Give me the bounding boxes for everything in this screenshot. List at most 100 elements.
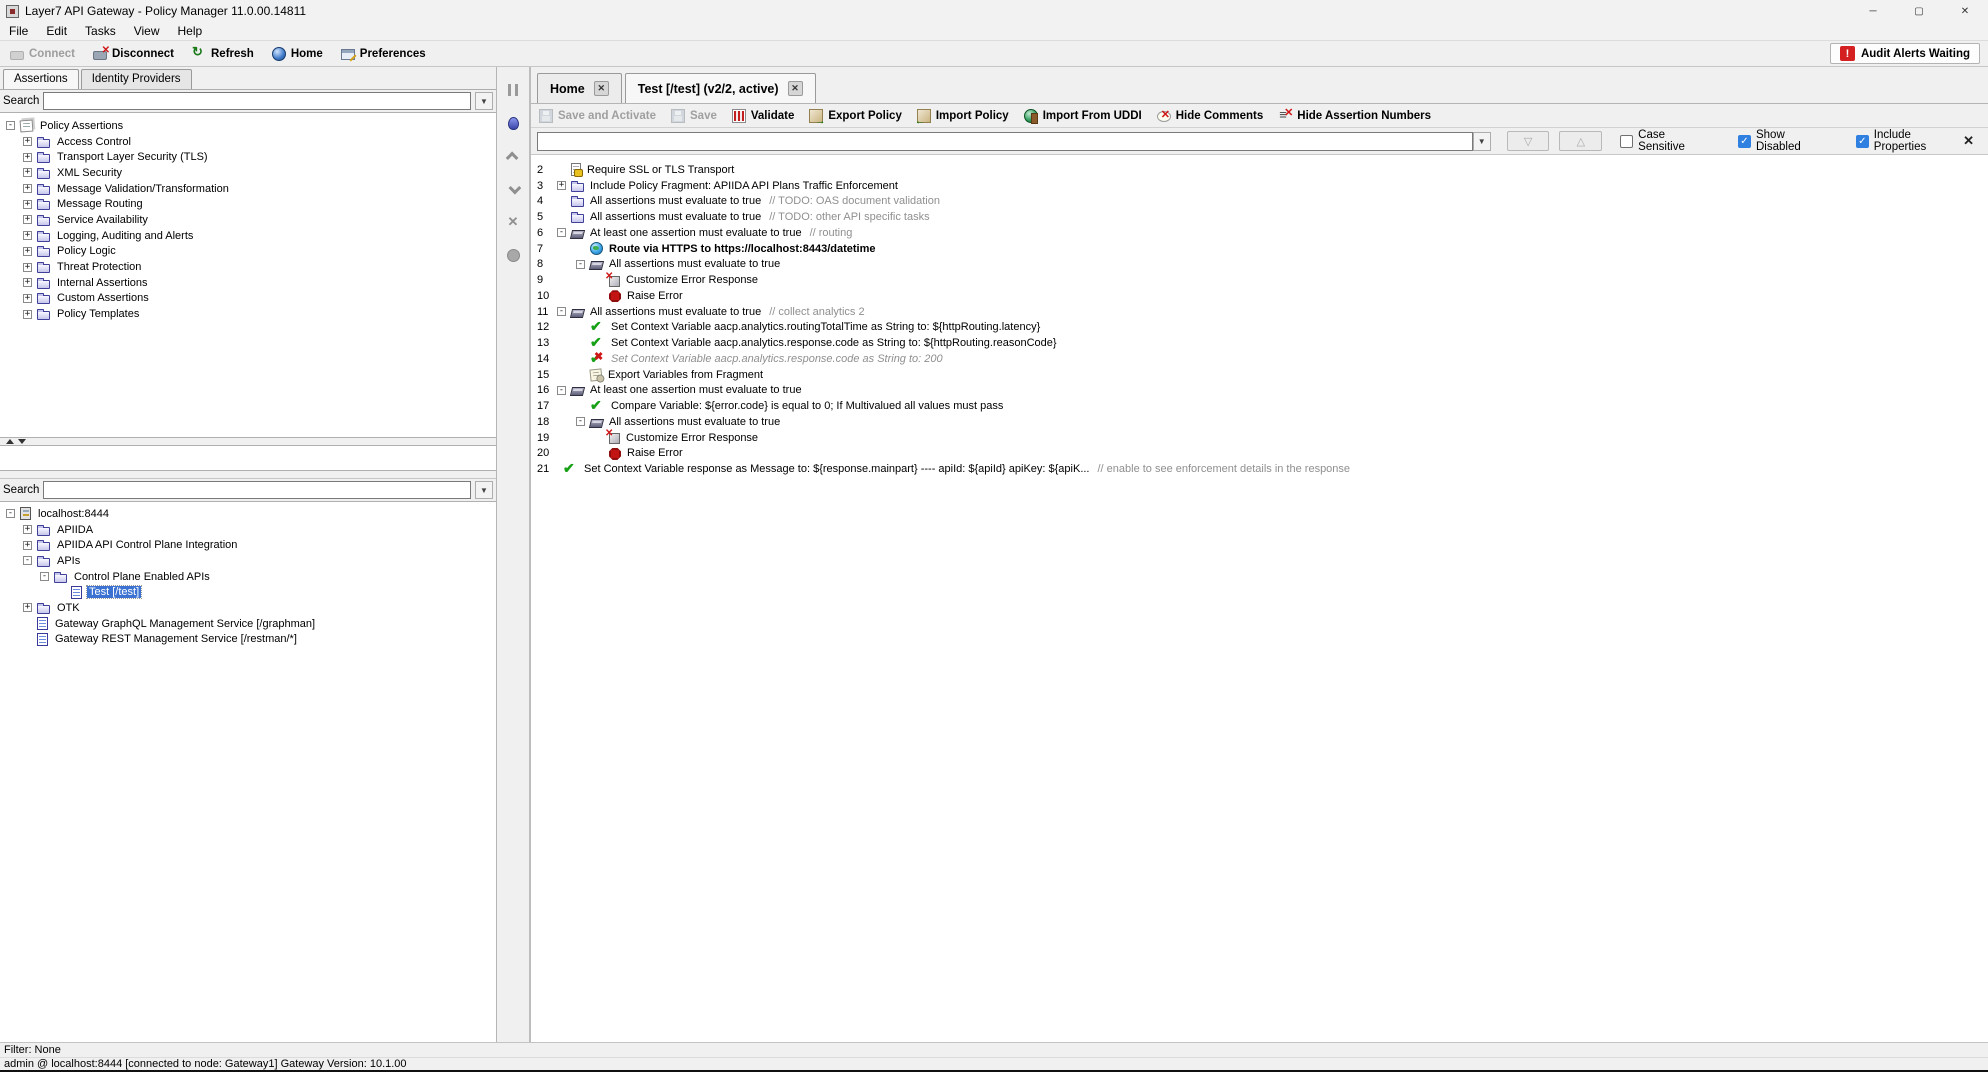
delete-assertion-icon[interactable]: ✕ (501, 213, 525, 231)
hide-comments-button[interactable]: Hide Comments (1157, 109, 1264, 122)
assertion-info-icon[interactable] (501, 114, 525, 132)
close-button[interactable]: ✕ (1942, 0, 1988, 22)
policy-row[interactable]: 19 Customize Error Response (531, 430, 1988, 446)
search-dropdown-button[interactable]: ▼ (475, 481, 493, 499)
policy-row[interactable]: 7 Route via HTTPS to https://localhost:8… (531, 241, 1988, 257)
expand-toggle[interactable]: + (23, 603, 32, 612)
tree-item-policy-assertions[interactable]: - Policy Assertions (0, 118, 496, 134)
tree-item-policy-templates[interactable]: + Policy Templates (0, 306, 496, 322)
services-search-input[interactable] (43, 481, 471, 499)
minimize-button[interactable]: ─ (1850, 0, 1896, 22)
expand-toggle[interactable]: + (23, 310, 32, 319)
collapse-toggle[interactable]: - (6, 121, 15, 130)
collapse-toggle[interactable]: - (557, 386, 566, 395)
case-sensitive-checkbox[interactable] (1620, 135, 1633, 148)
close-search-icon[interactable]: ✕ (1963, 133, 1974, 149)
case-sensitive-option[interactable]: Case Sensitive (1620, 129, 1712, 153)
tree-item-custom-assertions[interactable]: + Custom Assertions (0, 291, 496, 307)
tree-item-tls[interactable]: + Transport Layer Security (TLS) (0, 149, 496, 165)
refresh-button[interactable]: Refresh (188, 45, 258, 63)
policy-row[interactable]: 11 - All assertions must evaluate to tru… (531, 304, 1988, 320)
show-disabled-checkbox[interactable] (1738, 135, 1751, 148)
search-dropdown-button[interactable]: ▼ (475, 92, 493, 110)
collapse-toggle[interactable]: - (557, 307, 566, 316)
show-disabled-option[interactable]: Show Disabled (1738, 129, 1830, 153)
tab-identity-providers[interactable]: Identity Providers (81, 69, 192, 89)
tree-item-test-service[interactable]: Test [/test] (0, 584, 496, 600)
expand-toggle[interactable]: + (23, 263, 32, 272)
policy-row[interactable]: 12 Set Context Variable aacp.analytics.r… (531, 320, 1988, 336)
import-from-uddi-button[interactable]: Import From UDDI (1024, 109, 1142, 123)
expand-toggle[interactable]: + (23, 200, 32, 209)
policy-row[interactable]: 5 All assertions must evaluate to true /… (531, 209, 1988, 225)
policy-row[interactable]: 10 Raise Error (531, 288, 1988, 304)
policy-search-input[interactable] (537, 132, 1473, 151)
menu-edit[interactable]: Edit (37, 23, 76, 39)
tree-item-access-control[interactable]: + Access Control (0, 134, 496, 150)
close-tab-icon[interactable]: ✕ (594, 81, 609, 96)
save-and-activate-button[interactable]: Save and Activate (539, 109, 656, 123)
collapse-toggle[interactable]: - (40, 572, 49, 581)
policy-row[interactable]: 4 All assertions must evaluate to true /… (531, 194, 1988, 210)
menu-help[interactable]: Help (169, 23, 212, 39)
menu-tasks[interactable]: Tasks (76, 23, 125, 39)
maximize-button[interactable]: ▢ (1896, 0, 1942, 22)
policy-row[interactable]: 21 Set Context Variable response as Mess… (531, 461, 1988, 477)
splitter-icon[interactable] (501, 81, 525, 99)
expand-toggle[interactable]: + (557, 181, 566, 190)
policy-row[interactable]: 16 - At least one assertion must evaluat… (531, 383, 1988, 399)
collapse-toggle[interactable]: - (6, 509, 15, 518)
expand-toggle[interactable]: + (23, 247, 32, 256)
policy-row[interactable]: 3 + Include Policy Fragment: APIIDA API … (531, 178, 1988, 194)
policy-row[interactable]: 20 Raise Error (531, 446, 1988, 462)
validate-button[interactable]: Validate (732, 109, 794, 123)
tab-test-policy[interactable]: Test [/test] (v2/2, active) ✕ (625, 73, 816, 103)
menu-view[interactable]: View (125, 23, 169, 39)
tree-item-policy-logic[interactable]: + Policy Logic (0, 244, 496, 260)
collapse-toggle[interactable]: - (576, 260, 585, 269)
tab-assertions[interactable]: Assertions (3, 69, 79, 89)
tree-item-threat-protection[interactable]: + Threat Protection (0, 259, 496, 275)
policy-row[interactable]: 17 Compare Variable: ${error.code} is eq… (531, 398, 1988, 414)
filter-next-button[interactable]: ▽ (1507, 131, 1550, 151)
tree-item-logging-auditing[interactable]: + Logging, Auditing and Alerts (0, 228, 496, 244)
home-button[interactable]: Home (268, 45, 327, 63)
collapse-toggle[interactable]: - (23, 556, 32, 565)
splitter-up-icon[interactable] (6, 439, 14, 444)
tree-item-apiida[interactable]: + APIIDA (0, 522, 496, 538)
tree-item-xml-security[interactable]: + XML Security (0, 165, 496, 181)
policy-row[interactable]: 8 - All assertions must evaluate to true (531, 257, 1988, 273)
expand-toggle[interactable]: + (23, 168, 32, 177)
tree-item-restman-service[interactable]: Gateway REST Management Service [/restma… (0, 632, 496, 648)
policy-row[interactable]: 9 Customize Error Response (531, 272, 1988, 288)
tree-item-message-routing[interactable]: + Message Routing (0, 196, 496, 212)
close-tab-icon[interactable]: ✕ (788, 81, 803, 96)
expand-toggle[interactable]: + (23, 184, 32, 193)
export-policy-button[interactable]: Export Policy (809, 109, 902, 123)
tab-home[interactable]: Home ✕ (537, 73, 622, 103)
tree-item-service-availability[interactable]: + Service Availability (0, 212, 496, 228)
expand-toggle[interactable]: + (23, 541, 32, 550)
disconnect-button[interactable]: Disconnect (89, 46, 178, 62)
expand-toggle[interactable]: + (23, 525, 32, 534)
collapse-toggle[interactable]: - (557, 228, 566, 237)
expand-toggle[interactable]: + (23, 137, 32, 146)
search-history-dropdown[interactable]: ▼ (1473, 132, 1491, 151)
menu-file[interactable]: File (0, 23, 37, 39)
audit-alerts-button[interactable]: Audit Alerts Waiting (1830, 43, 1980, 64)
policy-row[interactable]: 18 - All assertions must evaluate to tru… (531, 414, 1988, 430)
tree-item-apis[interactable]: - APIs (0, 553, 496, 569)
expand-toggle[interactable]: + (23, 231, 32, 240)
policy-row[interactable]: 15 Export Variables from Fragment (531, 367, 1988, 383)
splitter-down-icon[interactable] (18, 439, 26, 444)
filter-previous-button[interactable]: △ (1559, 131, 1602, 151)
tree-item-gateway-node[interactable]: - localhost:8444 (0, 506, 496, 522)
expand-toggle[interactable]: + (23, 278, 32, 287)
policy-row[interactable]: 6 - At least one assertion must evaluate… (531, 225, 1988, 241)
tree-item-apiida-control-plane[interactable]: + APIIDA API Control Plane Integration (0, 537, 496, 553)
hide-assertion-numbers-button[interactable]: Hide Assertion Numbers (1278, 109, 1431, 123)
preferences-button[interactable]: Preferences (337, 45, 430, 62)
tree-item-internal-assertions[interactable]: + Internal Assertions (0, 275, 496, 291)
policy-row-disabled[interactable]: 14 Set Context Variable aacp.analytics.r… (531, 351, 1988, 367)
tree-item-otk[interactable]: + OTK (0, 600, 496, 616)
